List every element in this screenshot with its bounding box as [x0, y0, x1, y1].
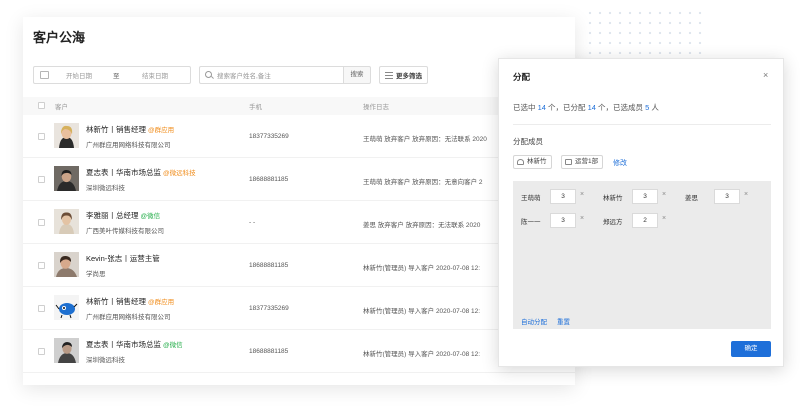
reset-link[interactable]: 重置: [557, 316, 570, 326]
select-all-checkbox[interactable]: [38, 102, 45, 109]
operation-log: 林新竹(管理员) 导入客户 2020-07-08 12:: [363, 265, 481, 272]
close-icon[interactable]: ×: [763, 70, 768, 80]
filter-icon: [385, 72, 393, 79]
customer-company: 学尚思: [86, 271, 106, 278]
table-header: 客户 手机 操作日志: [23, 97, 575, 115]
end-date-placeholder: 结束日期: [142, 73, 168, 80]
member-chip[interactable]: 林新竹: [513, 155, 552, 169]
operation-log: 姜思 放弃客户 放弃原因：无法联系 2020: [363, 222, 481, 229]
customer-name[interactable]: 李雅丽丨总经理 @微信: [86, 210, 160, 221]
customer-phone: 18688881185: [249, 262, 289, 269]
confirm-button[interactable]: 确定: [731, 341, 771, 357]
search-button[interactable]: 搜索: [343, 66, 371, 84]
user-icon: [517, 159, 524, 165]
allocation-area: 王萌萌 3 × 林新竹 3 × 姜思 3 × 陈一一 3 × 郑远方 2 × 自…: [513, 181, 771, 329]
source-tag: @群应用: [148, 299, 175, 306]
member-name: 姜思: [685, 195, 698, 202]
table-row[interactable]: 夏志表丨华南市场总监 @微远科技 深圳微远科技 18688881185 王萌萌 放…: [23, 158, 575, 201]
customer-phone: 18688881185: [249, 176, 289, 183]
source-tag: @群应用: [148, 127, 175, 134]
customer-company: 深圳微远科技: [86, 357, 125, 364]
operation-log: 王萌萌 放弃客户 放弃原因：无意向客户 2: [363, 179, 483, 186]
customer-pool-card: 客户公海 开始日期 至 结束日期 搜索客户姓名,备注 搜索 更多筛选 客户 手机…: [23, 17, 575, 385]
dialog-title: 分配: [513, 72, 531, 82]
remove-icon[interactable]: ×: [580, 191, 584, 198]
table-row[interactable]: 李雅丽丨总经理 @微信 广西美叶传媒科技有限公司 - - 姜思 放弃客户 放弃原因…: [23, 201, 575, 244]
search-placeholder: 搜索客户姓名,备注: [217, 73, 271, 80]
customer-phone: 18377335269: [249, 133, 289, 140]
customer-phone: 18688881185: [249, 348, 289, 355]
customer-company: 广州群应用网络科技有限公司: [86, 314, 171, 321]
row-checkbox[interactable]: [38, 219, 45, 226]
customer-company: 深圳微远科技: [86, 185, 125, 192]
start-date-placeholder: 开始日期: [66, 73, 92, 80]
quantity-input[interactable]: 2: [632, 213, 658, 228]
date-separator: 至: [113, 73, 120, 80]
column-header-phone: 手机: [249, 104, 262, 111]
quantity-input[interactable]: 3: [632, 189, 658, 204]
row-checkbox[interactable]: [38, 348, 45, 355]
remove-icon[interactable]: ×: [662, 215, 666, 222]
auto-assign-link[interactable]: 自动分配: [521, 316, 547, 326]
department-chip[interactable]: 运营1部: [561, 155, 604, 169]
table-row[interactable]: Kevin-张志丨运营主管 学尚思 18688881185 林新竹(管理员) 导…: [23, 244, 575, 287]
avatar: [54, 166, 79, 191]
row-checkbox[interactable]: [38, 176, 45, 183]
customer-name[interactable]: 夏志表丨华南市场总监 @微信: [86, 339, 183, 350]
edit-members-link[interactable]: 修改: [613, 158, 627, 168]
operation-log: 王萌萌 放弃客户 放弃原因：无法联系 2020: [363, 136, 487, 143]
calendar-icon: [40, 71, 49, 79]
selection-summary: 已选中 14 个，已分配 14 个，已选成员 5 人: [513, 103, 659, 112]
members-label: 分配成员: [513, 137, 543, 146]
operation-log: 林新竹(管理员) 导入客户 2020-07-08 12:: [363, 351, 481, 358]
remove-icon[interactable]: ×: [744, 191, 748, 198]
source-tag: @微信: [163, 342, 183, 349]
customer-phone: 18377335269: [249, 305, 289, 312]
customer-name[interactable]: 林新竹丨销售经理 @群应用: [86, 124, 174, 135]
assigned-count: 14: [587, 103, 596, 112]
quantity-input[interactable]: 3: [550, 189, 576, 204]
column-header-log: 操作日志: [363, 104, 389, 111]
member-name: 林新竹: [603, 195, 623, 202]
row-checkbox[interactable]: [38, 305, 45, 312]
source-tag: @微信: [140, 213, 161, 220]
customer-name[interactable]: 林新竹丨销售经理 @群应用: [86, 296, 174, 307]
customer-phone: - -: [249, 219, 256, 226]
operation-log: 林新竹(管理员) 导入客户 2020-07-08 12:: [363, 308, 481, 315]
avatar: [54, 209, 79, 234]
divider: [513, 124, 771, 125]
remove-icon[interactable]: ×: [580, 215, 584, 222]
search-input[interactable]: 搜索客户姓名,备注: [199, 66, 344, 84]
assign-dialog: 分配 × 已选中 14 个，已分配 14 个，已选成员 5 人 分配成员 林新竹…: [498, 58, 784, 367]
more-filters-button[interactable]: 更多筛选: [379, 66, 428, 84]
customer-name[interactable]: Kevin-张志丨运营主管: [86, 253, 160, 264]
column-header-customer: 客户: [55, 104, 68, 111]
more-filters-label: 更多筛选: [396, 73, 422, 80]
table-row[interactable]: 夏志表丨华南市场总监 @微信 深圳微远科技 18688881185 林新竹(管理员…: [23, 330, 575, 373]
date-range-picker[interactable]: 开始日期 至 结束日期: [33, 66, 191, 84]
row-checkbox[interactable]: [38, 133, 45, 140]
quantity-input[interactable]: 3: [714, 189, 740, 204]
quantity-input[interactable]: 3: [550, 213, 576, 228]
folder-icon: [565, 159, 572, 165]
table-row[interactable]: 林新竹丨销售经理 @群应用 广州群应用网络科技有限公司 18377335269 林…: [23, 287, 575, 330]
customer-company: 广西美叶传媒科技有限公司: [86, 228, 164, 235]
search-icon: [205, 71, 212, 78]
page-title: 客户公海: [33, 30, 86, 45]
member-name: 郑远方: [603, 219, 623, 226]
avatar: [54, 123, 79, 148]
customer-name[interactable]: 夏志表丨华南市场总监 @微远科技: [86, 167, 196, 178]
member-name: 陈一一: [521, 219, 541, 226]
row-checkbox[interactable]: [38, 262, 45, 269]
avatar: [54, 338, 79, 363]
remove-icon[interactable]: ×: [662, 191, 666, 198]
table-row[interactable]: 林新竹丨销售经理 @群应用 广州群应用网络科技有限公司 18377335269 王…: [23, 115, 575, 158]
source-tag: @微远科技: [163, 170, 196, 177]
customer-company: 广州群应用网络科技有限公司: [86, 142, 171, 149]
avatar: [54, 295, 79, 320]
avatar: [54, 252, 79, 277]
selected-count: 14: [537, 103, 546, 112]
member-name: 王萌萌: [521, 195, 541, 202]
